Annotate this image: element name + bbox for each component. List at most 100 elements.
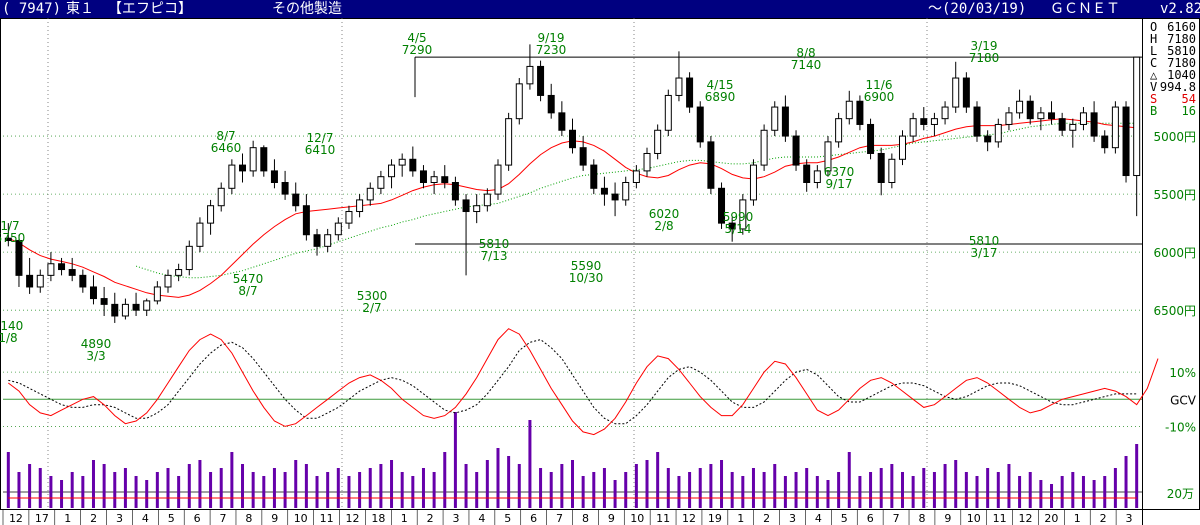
ohlc-panel-value: 16 <box>1182 104 1196 118</box>
x-tick-label: 7 <box>220 512 227 525</box>
candle-down <box>409 158 417 172</box>
volume-bar <box>262 476 266 508</box>
price-tick-label: 6000円 <box>1153 246 1196 260</box>
volume-bar <box>847 452 851 508</box>
candle-up <box>185 245 193 271</box>
volume-bar <box>219 468 223 508</box>
candle-up <box>845 100 853 120</box>
candle-down <box>302 205 310 236</box>
x-tick-label: 1 <box>401 512 408 525</box>
volume-bar <box>443 452 447 508</box>
candle-up <box>228 164 236 189</box>
candle-up <box>1037 112 1045 120</box>
candle-up <box>398 158 406 166</box>
x-tick-label: 10 <box>967 512 981 525</box>
volume-bar <box>720 460 724 508</box>
volume-bar <box>539 468 543 508</box>
candle-down <box>1090 112 1098 137</box>
candle-down <box>111 303 119 317</box>
x-tick-label: 11 <box>993 512 1007 525</box>
ohlc-side-panel: O 6160H 7180L 5810C 7180△ 1040V 994.8S 54B 16 <box>1150 20 1196 118</box>
candle-up <box>898 135 906 160</box>
candle-up <box>760 129 768 166</box>
candle-up <box>515 83 523 120</box>
candle-up <box>324 234 332 247</box>
candle-up <box>1079 112 1087 125</box>
oscillator-signal-line <box>8 339 1137 425</box>
volume-bar <box>709 464 713 508</box>
x-tick-label: 1 <box>1074 512 1081 525</box>
price-annotation: 2/8 <box>654 219 673 233</box>
volume-bar <box>1071 472 1075 508</box>
volume-bar <box>571 460 574 508</box>
candle-up <box>483 193 491 207</box>
oscillator-panel <box>7 328 1159 436</box>
price-annotation: 8/7 <box>238 284 257 298</box>
volume-bar <box>283 472 287 508</box>
volume-bar <box>1007 464 1011 508</box>
candle-up <box>622 182 630 201</box>
volume-bar <box>91 460 95 508</box>
oscillator-label: GCV <box>1170 393 1197 407</box>
candle-down <box>558 112 566 131</box>
price-annotation: 7230 <box>536 43 567 57</box>
price-annotation: 6410 <box>305 143 336 157</box>
x-tick-label: 12 <box>1019 512 1033 525</box>
volume-bar <box>28 464 32 508</box>
x-tick-label: 2 <box>1100 512 1107 525</box>
price-annotation: 7180 <box>969 51 1000 65</box>
candle-up <box>1005 112 1013 125</box>
candle-down <box>707 141 715 189</box>
candle-up <box>994 123 1002 143</box>
candle-up <box>494 164 502 195</box>
candle-down <box>419 170 427 183</box>
x-tick-label: 9 <box>944 512 951 525</box>
volume-bar <box>198 460 202 508</box>
candle-down <box>270 170 278 183</box>
x-tick-label: 10 <box>630 512 644 525</box>
candle-up <box>1133 56 1141 177</box>
x-tick-label: 6 <box>867 512 874 525</box>
volume-bar <box>177 476 181 508</box>
candle-down <box>792 135 800 166</box>
volume-bar <box>869 472 873 508</box>
candle-down <box>920 118 928 125</box>
oscillator-label: -10% <box>1165 420 1196 434</box>
volume-bar <box>932 472 936 508</box>
volume-bar <box>837 472 841 508</box>
volume-bar <box>294 460 298 508</box>
candle-down <box>781 106 789 137</box>
x-tick-label: 20 <box>1044 512 1058 525</box>
candle-down <box>547 94 555 114</box>
candle-down <box>1026 100 1034 120</box>
candle-down <box>1058 118 1066 131</box>
volume-bar <box>81 476 85 508</box>
volume-bar <box>421 468 425 508</box>
candle-down <box>590 164 598 189</box>
candle-up <box>643 152 651 172</box>
volume-bar <box>996 472 1000 508</box>
volume-bar <box>900 472 904 508</box>
x-tick-label: 5 <box>504 512 511 525</box>
candle-down <box>1048 112 1056 120</box>
x-tick-label: 6 <box>530 512 537 525</box>
volume-bar <box>624 472 628 508</box>
volume-bar <box>890 464 894 508</box>
x-tick-label: 3 <box>1126 512 1133 525</box>
candle-down <box>803 164 811 183</box>
price-tick-label: 5000円 <box>1153 130 1196 144</box>
price-annotation: 7/13 <box>481 249 508 263</box>
volume-bar <box>773 464 777 508</box>
candle-up <box>1111 106 1119 149</box>
price-annotation: 5/14 <box>725 222 752 236</box>
price-tick-label: 5500円 <box>1153 188 1196 202</box>
volume-bar <box>549 472 553 508</box>
volume-bar <box>815 476 819 508</box>
candle-down <box>89 286 97 300</box>
x-tick-label: 7 <box>556 512 563 525</box>
volume-bar <box>826 480 830 508</box>
stock-chart: 1/7575051401/848903/38/7646054708/712/76… <box>0 18 1200 525</box>
candle-down <box>451 182 459 201</box>
candle-down <box>973 106 981 137</box>
price-annotation: 7140 <box>791 58 822 72</box>
